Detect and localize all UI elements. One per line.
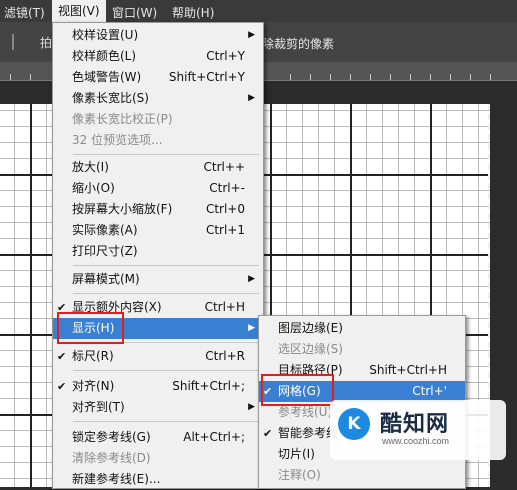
item-label: 放大(I) [72, 160, 109, 174]
item-label: 打印尺寸(Z) [72, 244, 138, 258]
menu-item-gamut-warning[interactable]: 色域警告(W) Shift+Ctrl+Y [53, 67, 263, 88]
menu-filter[interactable]: 滤镜(T) [4, 4, 45, 21]
menu-item-clear-guides: 清除参考线(D) [53, 448, 263, 469]
item-label: 缩小(O) [72, 181, 115, 195]
ruler-tick [350, 74, 351, 80]
menu-separator [73, 370, 259, 371]
submenu-arrow-icon: ▶ [248, 30, 255, 40]
menu-item-proof-setup[interactable]: 校样设置(U) ▶ [53, 25, 263, 46]
menu-item-zoom-out[interactable]: 缩小(O) Ctrl+- [53, 178, 263, 199]
checkmark-icon: ✔ [263, 427, 273, 440]
ruler-tick [430, 74, 431, 80]
item-label: 选区边缘(S) [278, 342, 343, 356]
item-label: 标尺(R) [72, 349, 114, 363]
item-label: 像素长宽比(S) [72, 91, 149, 105]
item-label: 校样颜色(L) [72, 49, 137, 63]
submenu-arrow-icon: ▶ [248, 274, 255, 284]
item-shortcut: Ctrl+- [209, 181, 245, 195]
watermark-logo: K 酷知网 www.coozhi.com [330, 400, 506, 460]
item-label: 按屏幕大小缩放(F) [72, 202, 173, 216]
ruler-tick [30, 74, 31, 80]
menu-item-fit-on-screen[interactable]: 按屏幕大小缩放(F) Ctrl+0 [53, 199, 263, 220]
item-label: 图层边缘(E) [278, 321, 343, 335]
item-label: 32 位预览选项... [72, 133, 163, 147]
ruler-tick [490, 74, 491, 80]
item-label: 智能参考线 [278, 426, 339, 440]
submenu-arrow-icon: ▶ [248, 93, 255, 103]
item-label: 锁定参考线(G) [72, 430, 151, 444]
menu-item-pixel-aspect-correction: 像素长宽比校正(P) [53, 109, 263, 130]
watermark-url: www.coozhi.com [382, 436, 450, 446]
annotation-box-grid [261, 374, 334, 406]
submenu-item-notes: 注释(O) [259, 465, 465, 486]
menu-view[interactable]: 视图(V) [52, 0, 106, 22]
item-label: 屏幕模式(M) [72, 272, 140, 286]
item-label: 清除参考线(D) [72, 451, 151, 465]
menu-separator [73, 421, 259, 422]
ruler-tick [330, 74, 331, 80]
ruler-tick [470, 74, 471, 80]
submenu-item-layer-edges[interactable]: 图层边缘(E) [259, 318, 465, 339]
menu-separator [73, 265, 259, 266]
item-shortcut: Shift+Ctrl+H [369, 363, 447, 377]
menu-separator [73, 293, 259, 294]
ruler-tick [310, 74, 311, 80]
checkmark-icon: ✔ [57, 380, 67, 393]
menu-item-rulers[interactable]: ✔ 标尺(R) Ctrl+R [53, 346, 263, 367]
submenu-arrow-icon: ▶ [248, 323, 255, 333]
item-shortcut: Ctrl+Y [206, 49, 245, 63]
watermark-brand: 酷知网 [380, 412, 450, 437]
item-label: 对齐(N) [72, 379, 115, 393]
menu-item-snap[interactable]: ✔ 对齐(N) Shift+Ctrl+; [53, 376, 263, 397]
item-label: 校样设置(U) [72, 28, 139, 42]
view-menu-dropdown: 校样设置(U) ▶ 校样颜色(L) Ctrl+Y 色域警告(W) Shift+C… [52, 22, 264, 489]
menu-separator [73, 154, 259, 155]
ruler-tick [290, 74, 291, 80]
item-shortcut: Shift+Ctrl+; [172, 379, 245, 393]
item-label: 实际像素(A) [72, 223, 138, 237]
item-shortcut: Ctrl+R [205, 349, 245, 363]
item-shortcut: Alt+Ctrl+; [183, 430, 245, 444]
item-shortcut: Shift+Ctrl+Y [168, 70, 245, 84]
item-label: 切片(I) [278, 447, 315, 461]
ruler-tick [450, 74, 451, 80]
item-shortcut: Ctrl++ [203, 160, 245, 174]
item-shortcut: Ctrl+1 [205, 223, 245, 237]
menu-item-screen-mode[interactable]: 屏幕模式(M) ▶ [53, 269, 263, 290]
item-shortcut: Ctrl+H [204, 300, 245, 314]
item-label: 注释(O) [278, 468, 321, 482]
ruler-tick [390, 74, 391, 80]
item-label: 对齐到(T) [72, 400, 125, 414]
menu-item-proof-colors[interactable]: 校样颜色(L) Ctrl+Y [53, 46, 263, 67]
item-shortcut: Ctrl+0 [205, 202, 245, 216]
submenu-arrow-icon: ▶ [248, 402, 255, 412]
ruler-tick [410, 74, 411, 80]
menu-item-pixel-aspect-ratio[interactable]: 像素长宽比(S) ▶ [53, 88, 263, 109]
item-label: 像素长宽比校正(P) [72, 112, 173, 126]
menu-help[interactable]: 帮助(H) [172, 4, 214, 21]
menu-item-lock-guides[interactable]: 锁定参考线(G) Alt+Ctrl+; [53, 427, 263, 448]
item-label: 色域警告(W) [72, 70, 142, 84]
menu-item-actual-pixels[interactable]: 实际像素(A) Ctrl+1 [53, 220, 263, 241]
menu-item-print-size[interactable]: 打印尺寸(Z) [53, 241, 263, 262]
annotation-box-show [57, 312, 124, 344]
menu-item-snap-to[interactable]: 对齐到(T) ▶ [53, 397, 263, 418]
submenu-item-selection-edges: 选区边缘(S) [259, 339, 465, 360]
item-shortcut: Ctrl+' [412, 384, 447, 398]
menu-bar: 滤镜(T) 视图(V) 窗口(W) 帮助(H) [0, 0, 517, 22]
checkmark-icon: ✔ [57, 350, 67, 363]
coozhi-logo-icon: K [338, 408, 370, 440]
ruler-tick [10, 74, 11, 80]
menu-item-32bit-preview: 32 位预览选项... [53, 130, 263, 151]
toolbar-divider [12, 34, 14, 50]
menu-window[interactable]: 窗口(W) [112, 4, 157, 21]
ruler-tick [370, 74, 371, 80]
menu-item-zoom-in[interactable]: 放大(I) Ctrl++ [53, 157, 263, 178]
straighten-button-fragment[interactable]: 拍 [40, 34, 52, 51]
